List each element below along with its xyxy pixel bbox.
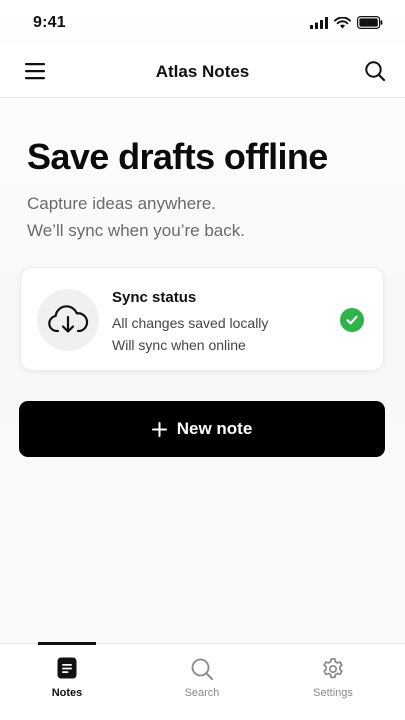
note-icon (57, 657, 77, 679)
sync-icon-container (37, 289, 99, 351)
tab-settings[interactable]: Settings (273, 644, 393, 720)
sync-status-card: Sync status All changes saved locally Wi… (20, 267, 384, 371)
status-icons (310, 16, 383, 29)
search-icon (191, 658, 213, 680)
sync-status-line-2: Will sync when online (112, 337, 246, 353)
sync-status-line-1: All changes saved locally (112, 315, 269, 331)
page-subtitle-line-1: Capture ideas anywhere. (27, 194, 217, 213)
status-time: 9:41 (33, 14, 66, 31)
page-title: Save drafts offline (27, 136, 328, 177)
tab-search-label: Search (184, 687, 220, 699)
tab-settings-label: Settings (313, 687, 353, 699)
tab-notes-label: Notes (51, 687, 83, 699)
check-circle-icon (340, 308, 364, 332)
plus-icon (151, 421, 167, 437)
status-bar: 9:41 (0, 0, 405, 46)
nav-bar: Atlas Notes (0, 46, 405, 98)
tab-search[interactable]: Search (142, 644, 262, 720)
search-icon (365, 61, 386, 82)
new-note-button[interactable]: New note (19, 401, 385, 457)
cloud-download-icon (48, 305, 89, 333)
gear-icon (323, 658, 343, 679)
sync-status-title: Sync status (112, 289, 197, 306)
cellular-signal-icon (310, 16, 328, 29)
wifi-icon (334, 16, 351, 28)
new-note-label: New note (176, 419, 253, 438)
battery-icon (357, 16, 383, 29)
page-subtitle-line-2: We’ll sync when you’re back. (27, 221, 245, 240)
search-button[interactable] (363, 59, 387, 83)
nav-title: Atlas Notes (155, 62, 250, 81)
tab-notes[interactable]: Notes (7, 644, 127, 720)
tab-bar: Notes Search Settings (0, 642, 405, 720)
